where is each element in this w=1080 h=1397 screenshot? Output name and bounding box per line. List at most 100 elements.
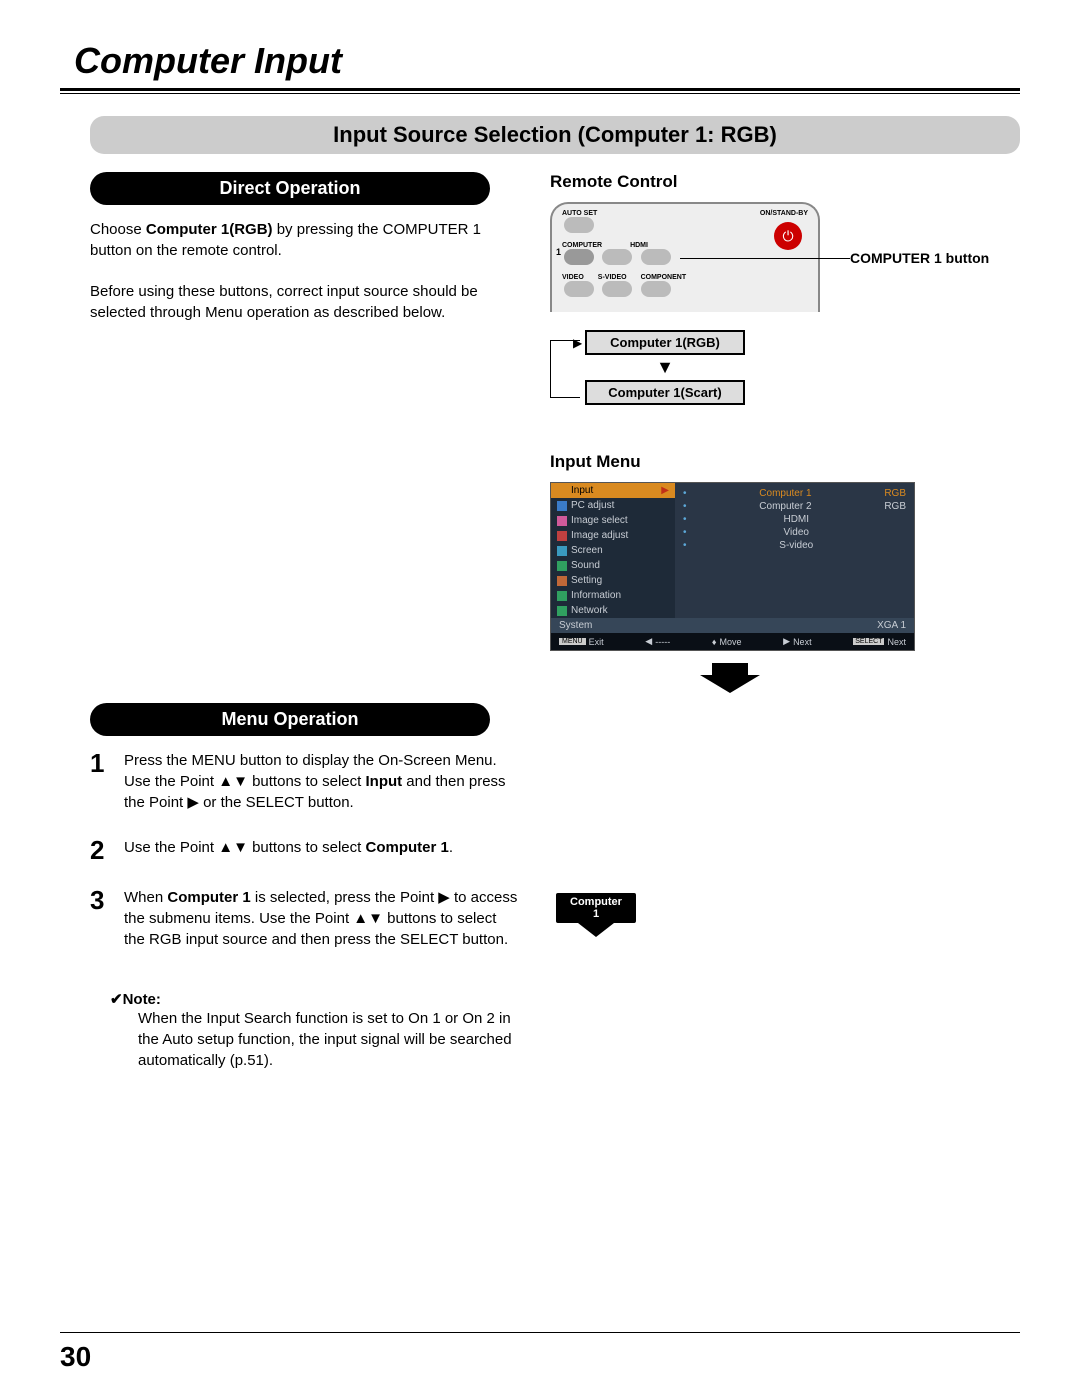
arrow-down-large-icon <box>700 663 760 693</box>
tooltip-line1: Computer <box>560 896 632 908</box>
osd-menu-item: PC adjust <box>551 498 675 513</box>
text-bold: Computer 1 <box>167 889 250 906</box>
inputmenu-heading: Input Menu <box>550 452 1020 472</box>
tooltip-line2: 1 <box>560 908 632 920</box>
tooltip-arrow-icon <box>578 923 614 937</box>
component-button <box>641 281 671 297</box>
step-number: 2 <box>90 837 110 863</box>
hdmi-button <box>641 249 671 265</box>
submenu-label: S-video <box>779 540 813 551</box>
osd-menu-item: Network <box>551 603 675 618</box>
footer-exit: MENUExit <box>559 636 604 647</box>
menu-item-icon <box>557 531 567 541</box>
text-bold: Input <box>365 773 402 790</box>
label-onstandby: ON/STAND-BY <box>760 210 808 217</box>
step-number: 3 <box>90 887 110 950</box>
step-text: Use the Point ▲▼ buttons to select Compu… <box>124 837 520 863</box>
osd-menu-item: Image adjust <box>551 528 675 543</box>
menu-item-icon <box>557 486 567 496</box>
menu-item-label: PC adjust <box>571 500 614 511</box>
rule-thick <box>60 88 1020 91</box>
flow-diagram: ▶ Computer 1(RGB) ▼ Computer 1(Scart) <box>550 330 750 405</box>
submenu-value: RGB <box>884 488 906 499</box>
menu-item-icon <box>557 576 567 586</box>
autoset-button <box>564 217 594 233</box>
text: When <box>124 889 167 906</box>
footer-move: ♦ Move <box>712 636 742 647</box>
osd-menu-item: Sound <box>551 558 675 573</box>
label-hdmi: HDMI <box>630 242 648 249</box>
menu-item-label: Image select <box>571 515 628 526</box>
osd-submenu-item: Computer 1 RGB <box>683 487 906 500</box>
menu-item-label: Network <box>571 605 608 616</box>
arrow-right-icon: ▶ <box>573 336 582 350</box>
flow-box-scart: Computer 1(Scart) <box>585 380 745 405</box>
osd-footer: MENUExit ◀ ----- ♦ Move ▶ Next SELECT Ne… <box>551 633 914 650</box>
step-number: 1 <box>90 750 110 813</box>
remote-heading: Remote Control <box>550 172 1020 192</box>
note-block: ✔Note: When the Input Search function is… <box>110 990 520 1071</box>
callout-computer1: COMPUTER 1 button <box>850 250 989 266</box>
menu-item-icon <box>557 591 567 601</box>
footer-next1: ▶ Next <box>783 636 811 647</box>
computer1-button: 1 <box>564 249 594 265</box>
text: Choose <box>90 221 146 238</box>
rule-thin <box>60 93 1020 94</box>
osd-system-bar: System XGA 1 <box>551 618 914 633</box>
osd-right-menu: Computer 1 RGB Computer 2 RGB HDMIVideoS-vid… <box>675 483 914 618</box>
osd-submenu-item: Video <box>683 526 906 539</box>
menu-item-label: Image adjust <box>571 530 628 541</box>
osd-menu-item: Input ▶ <box>551 483 675 498</box>
osd-left-menu: Input ▶ PC adjust Image select Image adjust S… <box>551 483 675 618</box>
menu-item-icon <box>557 606 567 616</box>
osd-menu-item: Setting <box>551 573 675 588</box>
system-value: XGA 1 <box>877 620 906 631</box>
label-video: VIDEO <box>562 274 584 281</box>
menu-item-icon <box>557 546 567 556</box>
menu-item-icon <box>557 516 567 526</box>
step-2: 2 Use the Point ▲▼ buttons to select Com… <box>90 837 520 863</box>
arrow-right-icon: ▶ <box>661 485 669 496</box>
note-text: When the Input Search function is set to… <box>138 1008 520 1071</box>
steps-list: 1 Press the MENU button to display the O… <box>90 750 520 950</box>
section-header: Input Source Selection (Computer 1: RGB) <box>90 116 1020 154</box>
note-title: ✔Note: <box>110 990 520 1008</box>
step-text: Press the MENU button to display the On-… <box>124 750 520 813</box>
menu-operation-header: Menu Operation <box>90 703 490 736</box>
submenu-label: HDMI <box>783 514 809 525</box>
text-bold: Computer 1 <box>365 839 448 856</box>
video-button <box>564 281 594 297</box>
remote-diagram: AUTO SET ON/STAND-BY ⏻ COMPUTER HDMI 1 V… <box>550 202 1020 412</box>
power-icon: ⏻ <box>774 222 802 250</box>
menu-item-label: Setting <box>571 575 602 586</box>
osd-menu-item: Information <box>551 588 675 603</box>
text: Use the Point ▲▼ buttons to select <box>124 839 365 856</box>
label-autoset: AUTO SET <box>562 210 597 217</box>
submenu-label: Computer 2 <box>759 501 811 512</box>
menu-item-label: Sound <box>571 560 600 571</box>
computer1-tooltip: Computer 1 <box>556 893 636 937</box>
text: . <box>449 839 453 856</box>
step-1: 1 Press the MENU button to display the O… <box>90 750 520 813</box>
text-bold: Computer 1(RGB) <box>146 221 273 238</box>
submenu-value: RGB <box>884 501 906 512</box>
direct-para-2: Before using these buttons, correct inpu… <box>90 281 520 323</box>
flow-box-rgb: Computer 1(RGB) <box>585 330 745 355</box>
osd-menu-item: Screen <box>551 543 675 558</box>
osd-submenu-item: S-video <box>683 539 906 552</box>
osd-submenu-item: HDMI <box>683 513 906 526</box>
callout-line <box>680 258 850 259</box>
page-number: 30 <box>60 1341 91 1373</box>
osd-menu-item: Image select <box>551 513 675 528</box>
footer-back: ◀ ----- <box>645 636 670 647</box>
direct-para-1: Choose Computer 1(RGB) by pressing the C… <box>90 219 520 261</box>
menu-item-label: Screen <box>571 545 603 556</box>
submenu-label: Computer 1 <box>759 488 811 499</box>
direct-operation-header: Direct Operation <box>90 172 490 205</box>
menu-item-icon <box>557 501 567 511</box>
menu-item-label: Input <box>571 485 593 496</box>
osd-submenu-item: Computer 2 RGB <box>683 500 906 513</box>
label-svideo: S-VIDEO <box>598 274 627 281</box>
footer-next2: SELECT Next <box>853 636 906 647</box>
svideo-button <box>602 281 632 297</box>
